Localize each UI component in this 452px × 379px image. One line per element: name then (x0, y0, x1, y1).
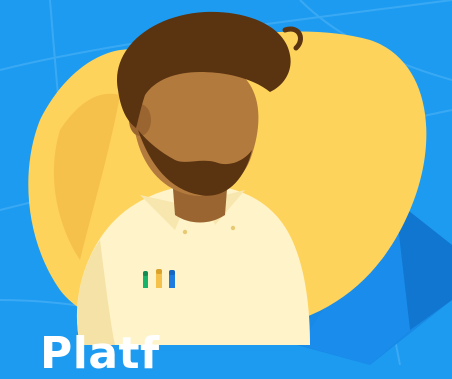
shirt-button (230, 225, 236, 231)
heading-text: Platf (40, 328, 160, 379)
hero-illustration (0, 0, 452, 365)
pens-in-pocket-icon (140, 269, 180, 308)
shirt-button (182, 229, 188, 235)
